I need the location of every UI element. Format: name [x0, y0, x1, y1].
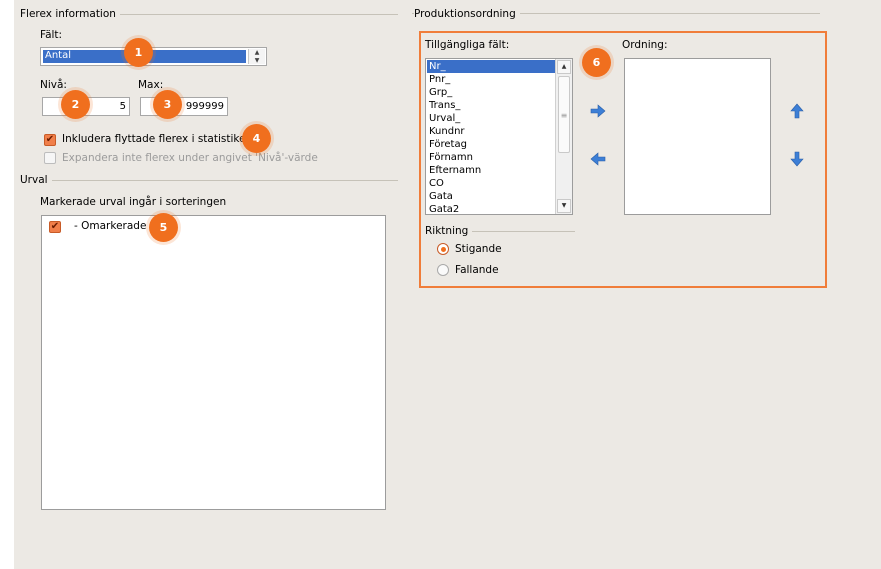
available-fields-scrollbar[interactable]: ▲ ≡ ▼	[555, 59, 572, 214]
urval-group-line	[20, 180, 398, 181]
order-list[interactable]	[624, 58, 771, 215]
falt-spinner[interactable]: ▲ ▼	[248, 49, 265, 64]
scroll-down-icon[interactable]: ▼	[557, 199, 571, 213]
available-fields-items: Nr_ Pnr_ Grp_ Trans_ Urval_ Kundnr Företag Förn…	[427, 60, 555, 216]
available-field-item[interactable]: Företag	[427, 138, 555, 151]
callout-badge-6: 6	[582, 48, 611, 77]
order-label: Ordning:	[622, 39, 668, 51]
produktion-group-title: Produktionsordning	[414, 8, 520, 20]
fallande-radio[interactable]	[437, 264, 449, 276]
available-field-item[interactable]: Förnamn	[427, 151, 555, 164]
urval-item-label[interactable]: - Omarkerade	[74, 220, 146, 232]
max-value: 999999	[185, 101, 224, 112]
falt-select[interactable]: Antal ▲ ▼	[40, 47, 267, 66]
available-field-item[interactable]: Grp_	[427, 86, 555, 99]
riktning-title: Riktning	[425, 225, 473, 237]
arrow-left-icon[interactable]	[589, 150, 607, 168]
urval-group-title: Urval	[20, 174, 52, 186]
arrow-up-icon[interactable]	[788, 102, 806, 120]
settings-panel: Flerex information Fält: Antal ▲ ▼ Nivå:…	[14, 0, 881, 569]
max-label: Max:	[138, 79, 164, 91]
available-field-item[interactable]: Gata2	[427, 203, 555, 216]
arrow-right-icon[interactable]	[589, 102, 607, 120]
callout-badge-5: 5	[149, 213, 178, 242]
expand-checkbox[interactable]	[44, 152, 56, 164]
scroll-thumb[interactable]: ≡	[558, 76, 570, 153]
available-field-item[interactable]: CO	[427, 177, 555, 190]
stigande-label[interactable]: Stigande	[455, 243, 502, 255]
niva-value: 5	[119, 101, 126, 112]
include-moved-label[interactable]: Inkludera flyttade flerex i statistiken	[62, 133, 252, 145]
niva-label: Nivå:	[40, 79, 67, 91]
available-field-item[interactable]: Gata	[427, 190, 555, 203]
stigande-radio[interactable]	[437, 243, 449, 255]
available-fields-list[interactable]: Nr_ Pnr_ Grp_ Trans_ Urval_ Kundnr Företag Förn…	[425, 58, 573, 215]
callout-badge-2: 2	[61, 90, 90, 119]
urval-list[interactable]: ✔ - Omarkerade	[41, 215, 386, 510]
available-field-item[interactable]: Efternamn	[427, 164, 555, 177]
urval-item-checkbox[interactable]: ✔	[49, 221, 61, 233]
falt-label: Fält:	[40, 29, 63, 41]
available-field-item[interactable]: Nr_	[427, 60, 555, 73]
available-field-item[interactable]: Pnr_	[427, 73, 555, 86]
available-fields-label: Tillgängliga fält:	[425, 39, 510, 51]
available-field-item[interactable]: Kundnr	[427, 125, 555, 138]
urval-list-label: Markerade urval ingår i sorteringen	[40, 196, 227, 208]
callout-badge-1: 1	[124, 38, 153, 67]
fallande-label[interactable]: Fallande	[455, 264, 499, 276]
available-field-item[interactable]: Trans_	[427, 99, 555, 112]
spin-up-icon[interactable]: ▲	[249, 49, 265, 57]
scroll-up-icon[interactable]: ▲	[557, 60, 571, 74]
arrow-down-icon[interactable]	[788, 150, 806, 168]
spin-down-icon[interactable]: ▼	[249, 57, 265, 65]
flerex-group-title: Flerex information	[20, 8, 120, 20]
available-field-item[interactable]: Urval_	[427, 112, 555, 125]
callout-badge-4: 4	[242, 124, 271, 153]
include-moved-checkbox[interactable]: ✔	[44, 134, 56, 146]
callout-badge-3: 3	[153, 90, 182, 119]
expand-label: Expandera inte flerex under angivet 'Niv…	[62, 152, 318, 164]
